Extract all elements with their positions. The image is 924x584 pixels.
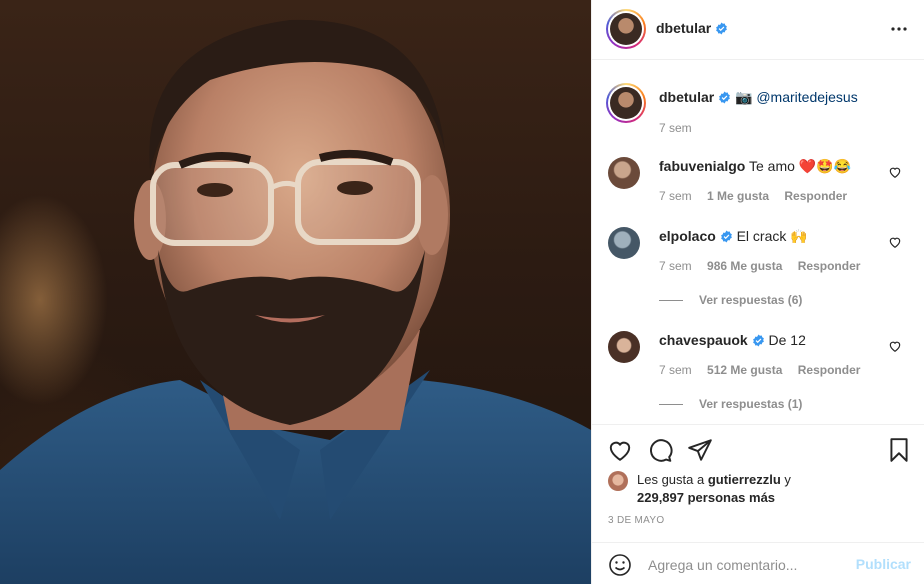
comment-like-heart-icon[interactable] [888, 165, 902, 179]
view-replies-button[interactable]: Ver respuestas (6) [659, 293, 802, 307]
comment-time[interactable]: 7 sem [659, 363, 692, 377]
verified-badge-icon [719, 91, 730, 104]
publish-button[interactable]: Publicar [856, 556, 911, 572]
portrait-image [0, 19, 591, 584]
likes-connector: y [780, 472, 791, 487]
likes-prefix: Les gusta a [637, 472, 708, 487]
bookmark-icon[interactable] [886, 437, 912, 463]
comment-time[interactable]: 7 sem [659, 189, 692, 203]
comment-text: De 12 [768, 332, 806, 348]
liker-avatar[interactable] [608, 471, 628, 491]
comment-likes[interactable]: 512 Me gusta [707, 363, 782, 377]
commenter-avatar[interactable] [608, 157, 640, 189]
camera-emoji: 📷 [735, 89, 753, 105]
post-sidebar: dbetular dbetular 📷 @maritedejesus 7 sem [591, 0, 924, 584]
caption-time: 7 sem [659, 121, 692, 135]
verified-badge-icon [716, 22, 727, 35]
author-username[interactable]: dbetular [656, 20, 711, 36]
view-replies-button[interactable]: Ver respuestas (1) [659, 397, 802, 411]
more-options-icon[interactable] [887, 17, 911, 41]
likes-count[interactable]: 229,897 personas más [637, 489, 791, 507]
comment-likes[interactable]: 986 Me gusta [707, 259, 782, 273]
reply-button[interactable]: Responder [784, 189, 847, 203]
share-icon[interactable] [687, 437, 713, 463]
comment-text: Te amo ❤️🤩😂 [749, 158, 852, 174]
comment-time[interactable]: 7 sem [659, 259, 692, 273]
comment-like-heart-icon[interactable] [888, 339, 902, 353]
caption: dbetular 📷 @maritedejesus [659, 89, 858, 106]
view-replies-label: Ver respuestas (6) [699, 293, 803, 307]
commenter-avatar[interactable] [608, 227, 640, 259]
emoji-icon[interactable] [608, 553, 632, 577]
heart-icon[interactable] [607, 437, 633, 463]
comment-username[interactable]: chavespauok [659, 332, 748, 348]
post-actions: Les gusta a gutierrezzlu y 229,897 perso… [592, 424, 924, 542]
caption-username[interactable]: dbetular [659, 89, 714, 105]
view-replies-label: Ver respuestas (1) [699, 397, 803, 411]
comment-text: El crack 🙌 [736, 228, 808, 244]
caption-mention-link[interactable]: @maritedejesus [756, 89, 857, 105]
reply-button[interactable]: Responder [798, 259, 861, 273]
comment-username[interactable]: elpolaco [659, 228, 716, 244]
post-date[interactable]: 3 DE MAYO [608, 515, 664, 526]
comment-like-heart-icon[interactable] [888, 235, 902, 249]
author-avatar[interactable] [606, 9, 646, 49]
commenter-avatar[interactable] [608, 331, 640, 363]
verified-badge-icon [720, 230, 732, 243]
reply-button[interactable]: Responder [798, 363, 861, 377]
caption-avatar[interactable] [606, 83, 646, 123]
comment-username[interactable]: fabuvenialgo [659, 158, 745, 174]
comment-icon[interactable] [647, 437, 673, 463]
post-header: dbetular [592, 0, 924, 60]
comments-list[interactable]: dbetular 📷 @maritedejesus 7 sem fabuveni… [592, 61, 924, 424]
post-photo[interactable] [0, 0, 591, 584]
liker-username[interactable]: gutierrezzlu [708, 472, 781, 487]
comment-likes[interactable]: 1 Me gusta [707, 189, 769, 203]
comment-input[interactable] [648, 554, 848, 576]
add-comment-bar: Publicar [592, 542, 924, 584]
verified-badge-icon [752, 334, 764, 347]
